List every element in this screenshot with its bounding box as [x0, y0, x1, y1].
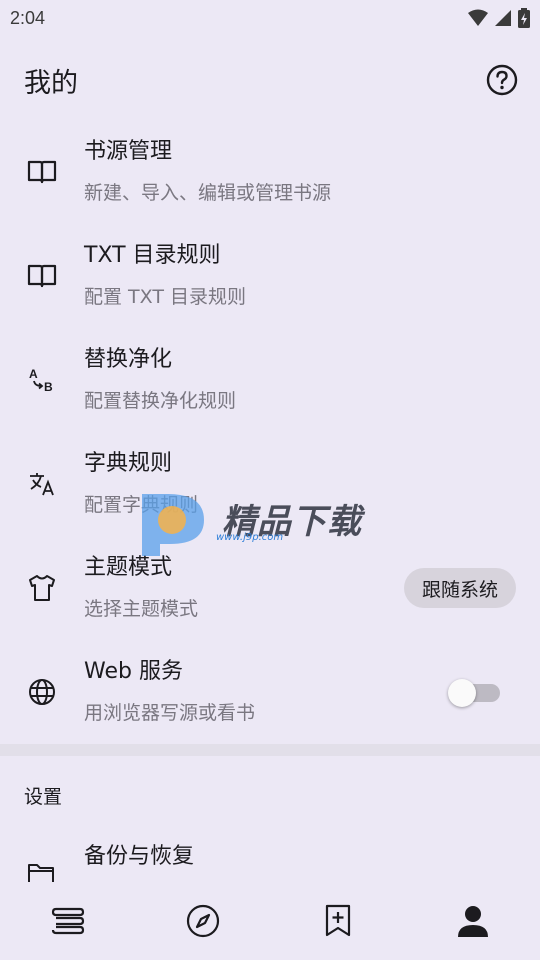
help-icon: [486, 64, 518, 96]
status-bar: 2:04: [0, 0, 540, 36]
item-title: 字典规则: [84, 451, 173, 476]
status-icons: [468, 8, 530, 28]
settings-section-header: 设置: [24, 786, 63, 808]
replace-purify-item[interactable]: A B 替换净化 配置替换净化规则: [0, 328, 540, 432]
nav-my[interactable]: [438, 891, 508, 951]
find-replace-icon: A B: [26, 364, 58, 396]
item-title: 替换净化: [84, 347, 173, 372]
item-title: 书源管理: [84, 139, 173, 164]
bottom-navigation: [0, 882, 540, 960]
item-subtitle: 配置替换净化规则: [84, 390, 237, 412]
nav-explore[interactable]: [168, 891, 238, 951]
svg-text:A: A: [29, 367, 38, 381]
item-title: 主题模式: [84, 555, 173, 580]
bookmark-add-icon: [325, 904, 350, 937]
status-time: 2:04: [10, 7, 46, 28]
theme-mode-item[interactable]: 主题模式 选择主题模式 跟随系统: [0, 536, 540, 640]
item-title: 备份与恢复: [84, 844, 195, 869]
help-button[interactable]: [484, 62, 520, 98]
tshirt-icon: [26, 572, 58, 604]
person-icon: [457, 906, 488, 937]
book-icon: [26, 260, 58, 292]
dictionary-rule-item[interactable]: 字典规则 配置字典规则: [0, 432, 540, 536]
theme-mode-chip[interactable]: 跟随系统: [403, 568, 516, 608]
nav-bookshelf[interactable]: [33, 891, 103, 951]
web-service-item[interactable]: Web 服务 用浏览器写源或看书: [0, 640, 540, 744]
wifi-icon: [468, 9, 488, 26]
section-divider: [0, 744, 540, 756]
txt-toc-rule-item[interactable]: TXT 目录规则 配置 TXT 目录规则: [0, 224, 540, 328]
nav-rss[interactable]: [303, 891, 373, 951]
book-source-manage-item[interactable]: 书源管理 新建、导入、编辑或管理书源: [0, 120, 540, 224]
book-icon: [26, 156, 58, 188]
bookshelf-icon: [51, 907, 84, 935]
battery-icon: [518, 8, 530, 28]
item-subtitle: 配置字典规则: [84, 494, 199, 516]
svg-text:B: B: [44, 380, 53, 394]
my-menu-list: 书源管理 新建、导入、编辑或管理书源 TXT 目录规则 配置 TXT 目录规则 …: [0, 120, 540, 744]
page-title: 我的: [24, 67, 78, 99]
compass-icon: [186, 904, 219, 938]
app-bar: 我的: [0, 50, 540, 110]
item-title: Web 服务: [84, 659, 183, 684]
item-title: TXT 目录规则: [84, 243, 221, 268]
item-subtitle: 用浏览器写源或看书: [84, 702, 256, 724]
item-subtitle: 配置 TXT 目录规则: [84, 286, 246, 308]
toggle-thumb: [448, 679, 476, 707]
translate-icon: [26, 468, 58, 500]
web-service-toggle[interactable]: [448, 679, 500, 707]
cell-signal-icon: [495, 10, 511, 26]
item-subtitle: 选择主题模式: [84, 598, 199, 620]
item-subtitle: 新建、导入、编辑或管理书源: [84, 182, 332, 204]
globe-icon: [26, 676, 58, 708]
